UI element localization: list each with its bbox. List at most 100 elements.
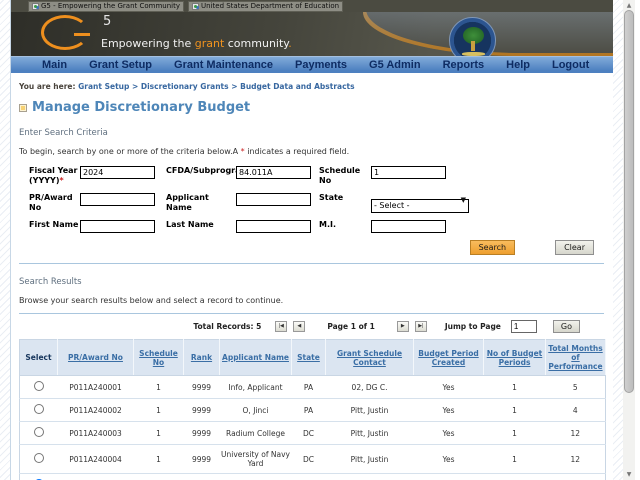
months-cell: 4 (546, 399, 606, 422)
pr-award-no-cell: P011A240004 (58, 445, 134, 474)
column-header: Rank (184, 340, 220, 376)
record-radio[interactable] (34, 381, 44, 391)
periods-cell: 1 (484, 399, 546, 422)
fiscal-year-label: Fiscal Year (YYYY)* (29, 166, 80, 186)
nav-item-main[interactable]: Main (31, 59, 78, 71)
broken-image-g5: G5 - Empowering the Grant Community (28, 1, 184, 12)
clear-button[interactable]: Clear (555, 240, 594, 255)
jump-to-page-input[interactable] (511, 320, 537, 333)
pr-award-no-cell: P011A240005 (58, 474, 134, 480)
g5-logo-icon (41, 15, 89, 50)
search-button[interactable]: Search (470, 240, 515, 255)
sortable-column-link[interactable]: Applicant Name (222, 353, 289, 362)
record-radio[interactable] (34, 453, 44, 463)
table-row: P011A24000219999O, JinciPAPitt, JustinYe… (20, 399, 606, 422)
record-radio[interactable] (34, 427, 44, 437)
applicant-name-cell: University of Navy Yard (220, 445, 292, 474)
created-cell: Yes (414, 399, 484, 422)
last-name-label: Last Name (166, 220, 236, 230)
contact-cell: Pitt, Justin (326, 399, 414, 422)
first-name-field[interactable] (80, 220, 155, 233)
periods-cell: 1 (484, 376, 546, 399)
sortable-column-link[interactable]: State (297, 353, 320, 362)
sortable-column-link[interactable]: Total Months of Performance (548, 344, 602, 371)
page-title-icon (19, 104, 27, 112)
prev-page-button[interactable]: ◀ (293, 321, 305, 332)
breadcrumb-separator: > (229, 82, 241, 91)
tagline: Empowering the grant community. (101, 37, 292, 50)
fiscal-year-field[interactable] (80, 166, 155, 179)
cfda-field[interactable] (236, 166, 311, 179)
nav-item-reports[interactable]: Reports (432, 59, 496, 71)
nav-item-help[interactable]: Help (495, 59, 541, 71)
schedule-no-label: Schedule No (319, 166, 371, 186)
months-cell: 12 (546, 422, 606, 445)
applicant-name-cell: Eastern Institute (220, 474, 292, 480)
periods-cell: 1 (484, 445, 546, 474)
last-page-button[interactable]: ▶| (415, 321, 427, 332)
nav-item-logout[interactable]: Logout (541, 59, 600, 71)
total-records-value: 5 (256, 322, 261, 331)
applicant-name-label: Applicant Name (166, 193, 236, 213)
rank-cell: 9999 (184, 474, 220, 480)
table-row: P011A24000419999University of Navy YardD… (20, 445, 606, 474)
state-cell: DC (292, 445, 326, 474)
nav-item-g5-admin[interactable]: G5 Admin (358, 59, 432, 71)
state-cell: PA (292, 399, 326, 422)
nav-item-grant-setup[interactable]: Grant Setup (78, 59, 163, 71)
sortable-column-link[interactable]: Grant Schedule Contact (337, 349, 402, 367)
record-radio[interactable] (34, 404, 44, 414)
table-header-row: SelectPR/Award NoSchedule NoRankApplican… (20, 340, 606, 376)
column-header: State (292, 340, 326, 376)
sortable-column-link[interactable]: No of Budget Periods (487, 349, 543, 367)
schedule-no-field[interactable] (371, 166, 446, 179)
nav-item-grant-maintenance[interactable]: Grant Maintenance (163, 59, 284, 71)
first-name-label: First Name (29, 220, 80, 230)
contact-cell: Pitt, Justin (326, 422, 414, 445)
go-button[interactable]: Go (553, 320, 580, 333)
pr-award-no-field[interactable] (80, 193, 155, 206)
first-page-button[interactable]: |◀ (275, 321, 287, 332)
sortable-column-link[interactable]: PR/Award No (68, 353, 123, 362)
masthead-banner: 5 Empowering the grant community. (11, 12, 613, 56)
nav-item-payments[interactable]: Payments (284, 59, 358, 71)
sortable-column-link[interactable]: Rank (191, 353, 212, 362)
rank-cell: 9999 (184, 376, 220, 399)
cfda-label: CFDA/Subprogram* (166, 166, 236, 176)
column-header: Budget Period Created (414, 340, 484, 376)
page-title: Manage Discretionary Budget (32, 100, 250, 115)
right-margin (635, 0, 640, 480)
state-label: State (319, 193, 371, 203)
schedule-no-cell: 1 (134, 474, 184, 480)
column-header: PR/Award No (58, 340, 134, 376)
breadcrumb-link[interactable]: Budget Data and Abstracts (240, 82, 354, 91)
select-cell (20, 474, 58, 480)
main-navigation: MainGrant SetupGrant MaintenancePayments… (11, 56, 613, 73)
results-table: SelectPR/Award NoSchedule NoRankApplican… (19, 339, 606, 480)
jump-to-page-label: Jump to Page (445, 322, 501, 331)
total-records-label: Total Records: (193, 322, 253, 331)
select-cell (20, 445, 58, 474)
breadcrumb-link[interactable]: Discretionary Grants (141, 82, 229, 91)
scrollbar-thumb[interactable] (624, 10, 634, 393)
main-content: You are here: Grant Setup > Discretionar… (11, 73, 613, 480)
scrollbar[interactable]: ▲ ▼ (623, 0, 635, 480)
applicant-name-field[interactable] (236, 193, 311, 206)
state-cell: DC (292, 422, 326, 445)
column-header: Applicant Name (220, 340, 292, 376)
results-instructions: Browse your search results below and sel… (19, 296, 604, 305)
created-cell: Yes (414, 422, 484, 445)
table-row: P011A24000519999Eastern InstituteDCYes11… (20, 474, 606, 480)
sortable-column-link[interactable]: Schedule No (139, 349, 178, 367)
scroll-down-icon[interactable]: ▼ (623, 469, 635, 480)
applicant-name-cell: O, Jinci (220, 399, 292, 422)
next-page-button[interactable]: ▶ (397, 321, 409, 332)
created-cell: Yes (414, 474, 484, 480)
state-select[interactable]: - Select - (371, 199, 469, 213)
column-header: No of Budget Periods (484, 340, 546, 376)
pagination-top: Total Records: 5 |◀ ◀ Page 1 of 1 ▶ ▶| J… (19, 314, 604, 338)
last-name-field[interactable] (236, 220, 311, 233)
mi-field[interactable] (371, 220, 446, 233)
breadcrumb-link[interactable]: Grant Setup (78, 82, 129, 91)
sortable-column-link[interactable]: Budget Period Created (418, 349, 478, 367)
